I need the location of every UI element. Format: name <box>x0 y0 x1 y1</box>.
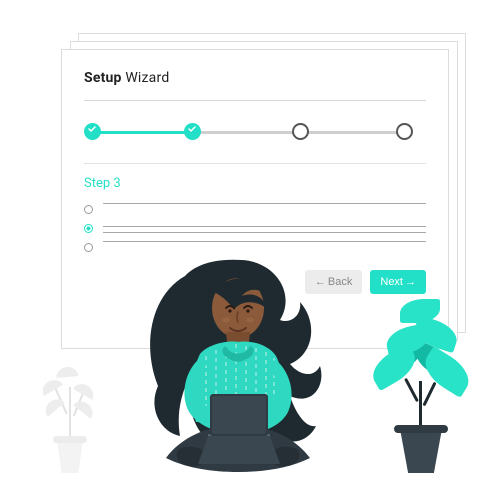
plant-left-illustration <box>34 353 106 473</box>
check-icon <box>88 126 96 132</box>
radio-icon[interactable] <box>84 205 93 214</box>
step-4-dot[interactable] <box>396 123 413 140</box>
option-text-placeholder <box>103 226 426 232</box>
step-3-dot[interactable] <box>292 123 309 140</box>
chevron-right-icon: → <box>405 277 416 288</box>
stepper-track-1 <box>92 131 192 134</box>
current-step-label: Step 3 <box>84 176 426 191</box>
check-icon <box>188 126 196 132</box>
radio-icon[interactable] <box>84 243 93 252</box>
person-illustration <box>130 236 340 476</box>
radio-icon[interactable] <box>84 224 93 233</box>
step-1-dot[interactable] <box>84 123 101 140</box>
option-row[interactable] <box>84 224 426 233</box>
plant-right-illustration <box>366 293 476 473</box>
wizard-title-bold: Setup <box>84 70 122 86</box>
stepper-track-3 <box>300 131 404 134</box>
stepper-divider <box>84 163 426 164</box>
progress-stepper <box>84 123 426 141</box>
wizard-title-rest: Wizard <box>122 70 170 86</box>
next-button[interactable]: Next → <box>370 270 426 294</box>
stepper-track-2 <box>192 131 300 134</box>
wizard-title: Setup Wizard <box>84 70 426 86</box>
step-2-dot[interactable] <box>184 123 201 140</box>
next-button-label: Next <box>380 276 403 288</box>
option-row[interactable] <box>84 205 426 214</box>
option-text-placeholder <box>103 203 426 204</box>
title-divider <box>84 100 426 101</box>
